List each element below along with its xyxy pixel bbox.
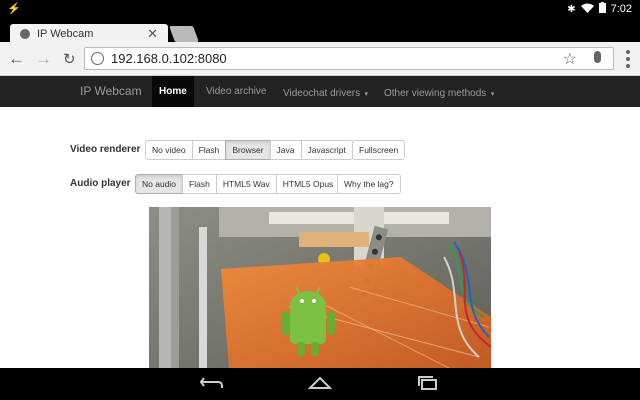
clock: 7:02 <box>610 3 632 15</box>
nav-home[interactable]: Home <box>152 76 194 107</box>
battery-icon <box>598 2 606 16</box>
home-nav-icon[interactable] <box>307 376 333 395</box>
audio-flash-button[interactable]: Flash <box>182 174 217 194</box>
site-navbar: IP Webcam Home Video archive Videochat d… <box>0 76 640 107</box>
reload-icon[interactable]: ↻ <box>63 50 76 68</box>
nav-video-archive[interactable]: Video archive <box>199 76 273 107</box>
microphone-icon[interactable] <box>594 51 601 63</box>
nav-other-viewing-methods[interactable]: Other viewing methods ▾ <box>377 76 501 107</box>
page-content: Video renderer No video Flash Browser Ja… <box>0 107 640 368</box>
audio-player-label: Audio player <box>70 178 131 189</box>
webcam-frame-image <box>149 207 491 368</box>
browser-tab-active[interactable]: IP Webcam ✕ <box>10 24 168 44</box>
video-javascript-button[interactable]: Javascript <box>300 140 353 160</box>
video-flash-button[interactable]: Flash <box>191 140 227 160</box>
video-no-video-button[interactable]: No video <box>145 140 193 160</box>
caret-down-icon: ▾ <box>490 91 495 98</box>
tab-title: IP Webcam <box>37 28 94 40</box>
caret-down-icon: ▾ <box>364 91 369 98</box>
back-nav-icon[interactable] <box>199 376 224 395</box>
fullscreen-button[interactable]: Fullscreen <box>352 140 406 160</box>
wifi-icon <box>580 3 594 16</box>
close-tab-icon[interactable]: ✕ <box>147 26 158 42</box>
browser-toolbar: ← → ↻ 192.168.0.102:8080 ☆ <box>0 42 640 76</box>
audio-html5-opus-button[interactable]: HTML5 Opus <box>275 174 341 194</box>
audio-html5-wav-button[interactable]: HTML5 Wav <box>215 174 277 194</box>
bluetooth-icon: ✱ <box>567 3 576 15</box>
bookmark-star-icon[interactable]: ☆ <box>563 49 577 69</box>
video-stream[interactable] <box>149 207 491 368</box>
status-bar: ⚡ ✱ 7:02 <box>0 0 640 18</box>
lightning-icon: ⚡ <box>7 3 21 15</box>
video-browser-button[interactable]: Browser <box>225 140 271 160</box>
video-renderer-group: No video Flash Browser Java Javascript <box>145 140 353 160</box>
forward-arrow-icon[interactable]: → <box>35 49 52 69</box>
nav-videochat-drivers[interactable]: Videochat drivers ▾ <box>276 76 375 107</box>
system-navigation-bar <box>0 368 640 400</box>
favicon-icon <box>20 29 30 39</box>
video-renderer-label: Video renderer <box>70 144 141 155</box>
site-brand[interactable]: IP Webcam <box>80 84 142 98</box>
overflow-menu-icon[interactable] <box>626 50 630 68</box>
globe-icon <box>91 52 104 65</box>
audio-no-audio-button[interactable]: No audio <box>135 174 184 194</box>
back-arrow-icon[interactable]: ← <box>8 49 25 69</box>
url-text[interactable]: 192.168.0.102:8080 <box>111 51 227 66</box>
recent-apps-icon[interactable] <box>416 376 440 395</box>
video-java-button[interactable]: Java <box>269 140 302 160</box>
omnibox[interactable]: 192.168.0.102:8080 ☆ <box>84 47 614 70</box>
why-the-lag-button[interactable]: Why the lag? <box>337 174 401 194</box>
audio-player-group: No audio Flash HTML5 Wav HTML5 Opus <box>135 174 341 194</box>
